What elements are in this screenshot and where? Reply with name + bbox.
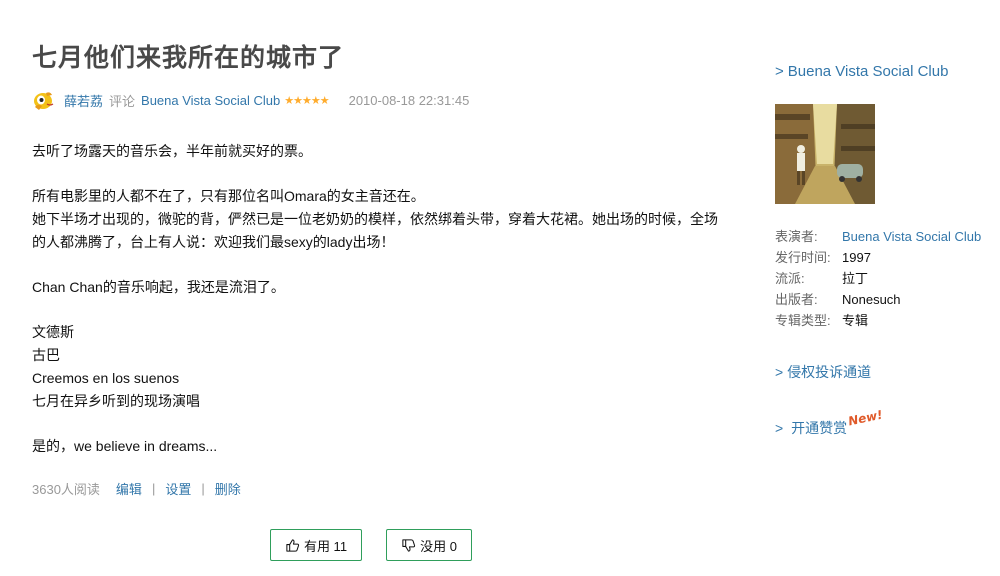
arrow-icon: >	[775, 420, 784, 436]
info-key: 发行时间:	[775, 250, 831, 265]
info-key: 表演者:	[775, 229, 818, 244]
separator: |	[201, 481, 205, 496]
reward-link-label: 开通赞赏	[791, 420, 848, 436]
read-count: 3630人阅读	[32, 482, 100, 497]
info-key: 流派:	[775, 271, 805, 286]
thumbs-down-icon	[402, 538, 416, 552]
paragraph-line: Creemos en los suenos	[32, 370, 180, 386]
info-value: 1997	[842, 250, 871, 265]
paragraph-line: 是的，we believe in dreams...	[32, 438, 218, 454]
paragraph-line: Chan Chan的音乐响起，我还是流泪了。	[32, 279, 285, 295]
subject-link[interactable]: Buena Vista Social Club	[141, 93, 280, 108]
paragraph-line: 所有电影里的人都不在了，只有那位名叫Omara的女主音还在。	[32, 188, 425, 204]
arrow-icon: >	[775, 364, 784, 380]
thumbs-up-icon	[286, 538, 300, 552]
paragraph: 文德斯 古巴 Creemos en los suenos 七月在异乡听到的现场演…	[32, 321, 722, 413]
report-link[interactable]: > 侵权投诉通道	[775, 362, 871, 382]
report-link-label: 侵权投诉通道	[787, 364, 872, 380]
arrow-icon: >	[775, 63, 784, 80]
info-value: 专辑	[842, 313, 869, 328]
paragraph-line: 去听了场露天的音乐会，半年前就买好的票。	[32, 143, 312, 159]
paragraph-line: 文德斯	[32, 324, 74, 340]
useful-label: 有用 11	[303, 538, 348, 554]
review-title: 七月他们来我所在的城市了	[32, 44, 345, 72]
info-row: 表演者: Buena Vista Social Club	[775, 226, 981, 247]
info-key: 专辑类型:	[775, 313, 831, 328]
album-cover[interactable]	[775, 104, 875, 204]
paragraph-line: 她下半场才出现的，微驼的背，俨然已是一位老奶奶的模样，依然绑着头带，穿着大花裙。…	[32, 211, 718, 250]
paragraph: Chan Chan的音乐响起，我还是流泪了。	[32, 276, 722, 299]
author-link[interactable]: 薛若荔	[64, 91, 103, 110]
avatar[interactable]	[32, 89, 54, 111]
paragraph-line: 七月在异乡听到的现场演唱	[32, 393, 200, 409]
review-verb: 评论	[109, 93, 136, 109]
paragraph: 去听了场露天的音乐会，半年前就买好的票。	[32, 140, 722, 163]
new-badge: New!	[846, 407, 884, 429]
useless-label: 没用 0	[420, 538, 457, 554]
edit-link[interactable]: 编辑	[116, 479, 142, 498]
review-meta: 薛若荔 评论 Buena Vista Social Club ★★★★★ 201…	[32, 88, 469, 112]
paragraph: 是的，we believe in dreams...	[32, 435, 722, 458]
info-key: 出版者:	[775, 292, 818, 307]
useless-button[interactable]: 没用 0	[386, 529, 472, 561]
useful-button[interactable]: 有用 11	[270, 529, 362, 561]
info-value: 拉丁	[842, 271, 869, 286]
reward-link[interactable]: > 开通赞赏	[775, 418, 847, 438]
review-content: 去听了场露天的音乐会，半年前就买好的票。 所有电影里的人都不在了，只有那位名叫O…	[32, 140, 722, 480]
paragraph: 所有电影里的人都不在了，只有那位名叫Omara的女主音还在。 她下半场才出现的，…	[32, 185, 722, 254]
album-link[interactable]: > Buena Vista Social Club	[775, 63, 948, 80]
info-row: 专辑类型: 专辑	[775, 310, 981, 331]
info-value: Nonesuch	[842, 292, 901, 307]
rating-stars-icon: ★★★★★	[284, 94, 329, 107]
review-stats: 3630人阅读 编辑 | 设置 | 删除	[32, 479, 241, 498]
info-row: 发行时间: 1997	[775, 247, 981, 268]
info-row: 流派: 拉丁	[775, 268, 981, 289]
separator: |	[151, 481, 156, 496]
info-row: 出版者: Nonesuch	[775, 289, 981, 310]
album-info: 表演者: Buena Vista Social Club 发行时间: 1997 …	[775, 226, 981, 331]
delete-link[interactable]: 删除	[215, 479, 241, 498]
album-link-label: Buena Vista Social Club	[787, 63, 949, 80]
review-date: 2010-08-18 22:31:45	[348, 92, 470, 108]
settings-link[interactable]: 设置	[165, 479, 191, 498]
performer-link[interactable]: Buena Vista Social Club	[842, 226, 981, 247]
paragraph-line: 古巴	[32, 347, 60, 363]
